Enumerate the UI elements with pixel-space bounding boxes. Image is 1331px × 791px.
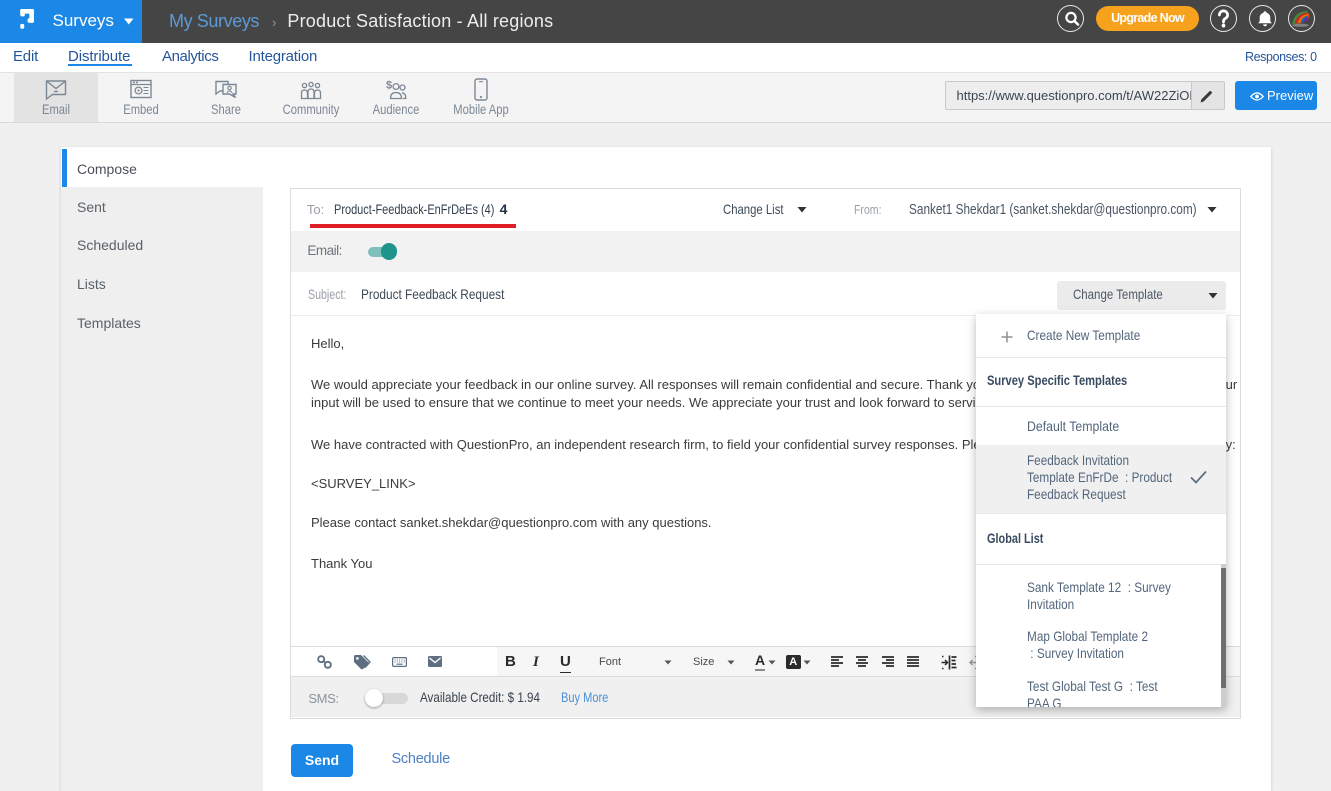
svg-text:$: $ (386, 80, 392, 92)
